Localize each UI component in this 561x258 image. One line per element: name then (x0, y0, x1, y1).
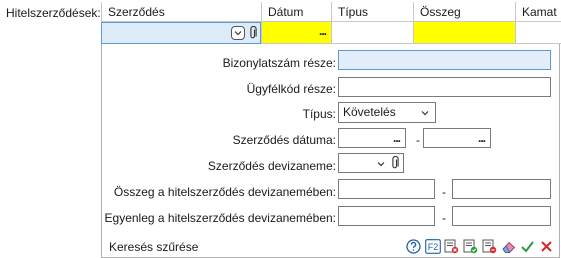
kereses-szurese-label: Keresés szűrése (109, 240, 199, 254)
grid-header: Szerződés Dátum Típus Összeg Kamat (101, 2, 561, 22)
range-separator: - (442, 211, 446, 225)
paperclip-icon[interactable] (248, 26, 258, 40)
tipus-select[interactable]: Követelés (338, 102, 436, 123)
eraser-icon[interactable] (500, 238, 517, 255)
filter-cell-osszeg[interactable] (413, 22, 515, 44)
filter-row: ... (101, 22, 561, 44)
chevron-down-icon[interactable] (231, 26, 245, 40)
szerzodes-datuma-label: Szerződés dátuma: (232, 133, 336, 147)
datum-to-input[interactable]: ... (423, 128, 491, 148)
range-separator: - (442, 185, 446, 199)
f2-key-icon[interactable]: F2 (424, 238, 441, 255)
f2-key-text: F2 (427, 242, 438, 252)
chevron-down-icon[interactable] (376, 158, 386, 172)
filter-cell-kamat[interactable] (515, 22, 561, 44)
devizanem-label: Szerződés devizaneme: (207, 159, 336, 173)
bizonylatszam-input[interactable] (338, 50, 551, 70)
egyenleg-label: Egyenleg a hitelszerződés devizanemében: (104, 211, 336, 225)
date-picker-button[interactable]: ... (393, 131, 401, 145)
filter-cell-datum[interactable]: ... (261, 22, 331, 44)
filter-save-icon[interactable] (462, 238, 479, 255)
devizanem-select[interactable] (338, 153, 404, 173)
filter-clear-icon[interactable] (443, 238, 460, 255)
egyenleg-from-input[interactable] (338, 206, 435, 226)
egyenleg-to-input[interactable] (452, 206, 551, 226)
osszeg-label: Összeg a hitelszerződés devizanemében: (113, 185, 336, 199)
datum-from-input[interactable]: ... (338, 128, 406, 148)
column-header-kamat[interactable]: Kamat (515, 2, 561, 22)
column-header-osszeg[interactable]: Összeg (413, 2, 515, 22)
filter-delete-icon[interactable] (481, 238, 498, 255)
cross-icon[interactable] (538, 238, 555, 255)
paperclip-icon[interactable] (390, 155, 400, 173)
ugyfelkod-input[interactable] (338, 77, 551, 97)
date-picker-button[interactable]: ... (478, 131, 486, 145)
hitelszerzodesek-label: Hitelszerződések: (6, 6, 101, 20)
filter-cell-tipus[interactable] (331, 22, 413, 44)
filter-panel: Bizonylatszám része: Ügyfélkód része: Tí… (101, 44, 560, 258)
column-header-tipus[interactable]: Típus (331, 2, 413, 22)
column-header-szerzodes[interactable]: Szerződés (101, 2, 261, 22)
column-header-datum[interactable]: Dátum (261, 2, 331, 22)
tipus-select-value: Követelés (343, 105, 396, 119)
range-separator: - (416, 133, 420, 147)
tipus-label: Típus: (302, 107, 336, 121)
bizonylatszam-label: Bizonylatszám része: (222, 56, 336, 70)
osszeg-to-input[interactable] (452, 179, 551, 199)
filter-toolbar: F2 (405, 238, 555, 255)
checkmark-icon[interactable] (519, 238, 536, 255)
chevron-down-icon (420, 107, 430, 121)
ugyfelkod-label: Ügyfélkód része: (246, 82, 336, 96)
osszeg-from-input[interactable] (338, 179, 435, 199)
filter-cell-szerzodes[interactable] (101, 22, 261, 44)
date-picker-button[interactable]: ... (319, 24, 327, 38)
question-circle-icon[interactable] (405, 238, 422, 255)
